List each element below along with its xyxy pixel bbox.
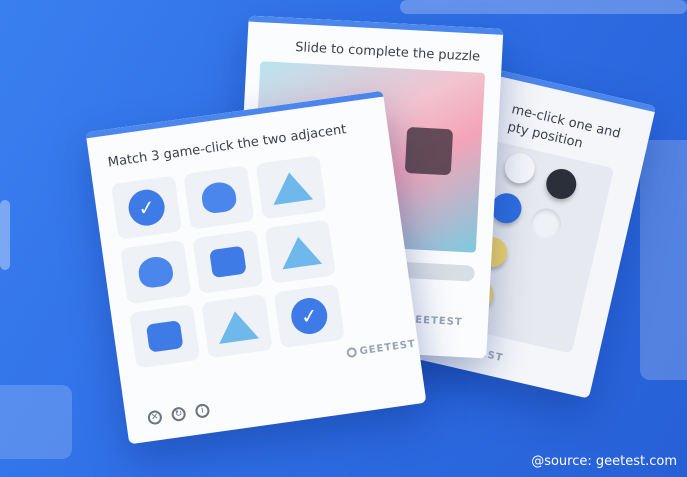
robot-head-icon: [145, 320, 184, 353]
match3-footer-icons: ✕ ↻ i: [146, 402, 211, 426]
bg-bottom-left-panel: [0, 385, 72, 459]
geetest-logo-icon: [346, 346, 358, 359]
pyramid-icon: [269, 169, 314, 205]
pyramid-icon: [278, 234, 323, 270]
info-icon[interactable]: i: [194, 402, 211, 419]
white-piece[interactable]: [501, 150, 538, 187]
tile-2[interactable]: [183, 165, 255, 230]
tile-6[interactable]: [264, 219, 336, 284]
puzzle-piece-slot: [404, 126, 454, 176]
check-icon: ✓: [288, 295, 330, 337]
bg-top-strip: [400, 0, 687, 14]
tile-5[interactable]: [192, 229, 264, 295]
tile-8[interactable]: [201, 294, 273, 359]
pyramid-icon: [215, 308, 259, 344]
slide-title: Slide to complete the puzzle: [294, 40, 481, 65]
tile-3[interactable]: [255, 155, 327, 220]
refresh-icon[interactable]: ↻: [170, 406, 187, 423]
close-icon[interactable]: ✕: [146, 409, 163, 426]
robot-duck-icon: [136, 254, 175, 290]
source-caption: @source: geetest.com: [531, 454, 677, 469]
tile-4[interactable]: [120, 239, 192, 305]
bg-right-panel: [640, 140, 687, 380]
tile-9[interactable]: ✓: [273, 283, 345, 349]
tile-7[interactable]: [129, 304, 201, 369]
black-piece[interactable]: [543, 165, 580, 202]
match3-brand: GEETEST: [346, 339, 417, 360]
bg-left-panel: [0, 200, 10, 270]
tile-1[interactable]: ✓: [111, 175, 183, 240]
robot-head-icon: [209, 245, 247, 279]
empty-position[interactable]: [527, 205, 564, 242]
robot-duck-icon: [199, 180, 238, 215]
check-icon: ✓: [126, 187, 167, 228]
match3-captcha-card: Match 3 game-click the two adjacent ✓ ✓ …: [85, 90, 427, 445]
